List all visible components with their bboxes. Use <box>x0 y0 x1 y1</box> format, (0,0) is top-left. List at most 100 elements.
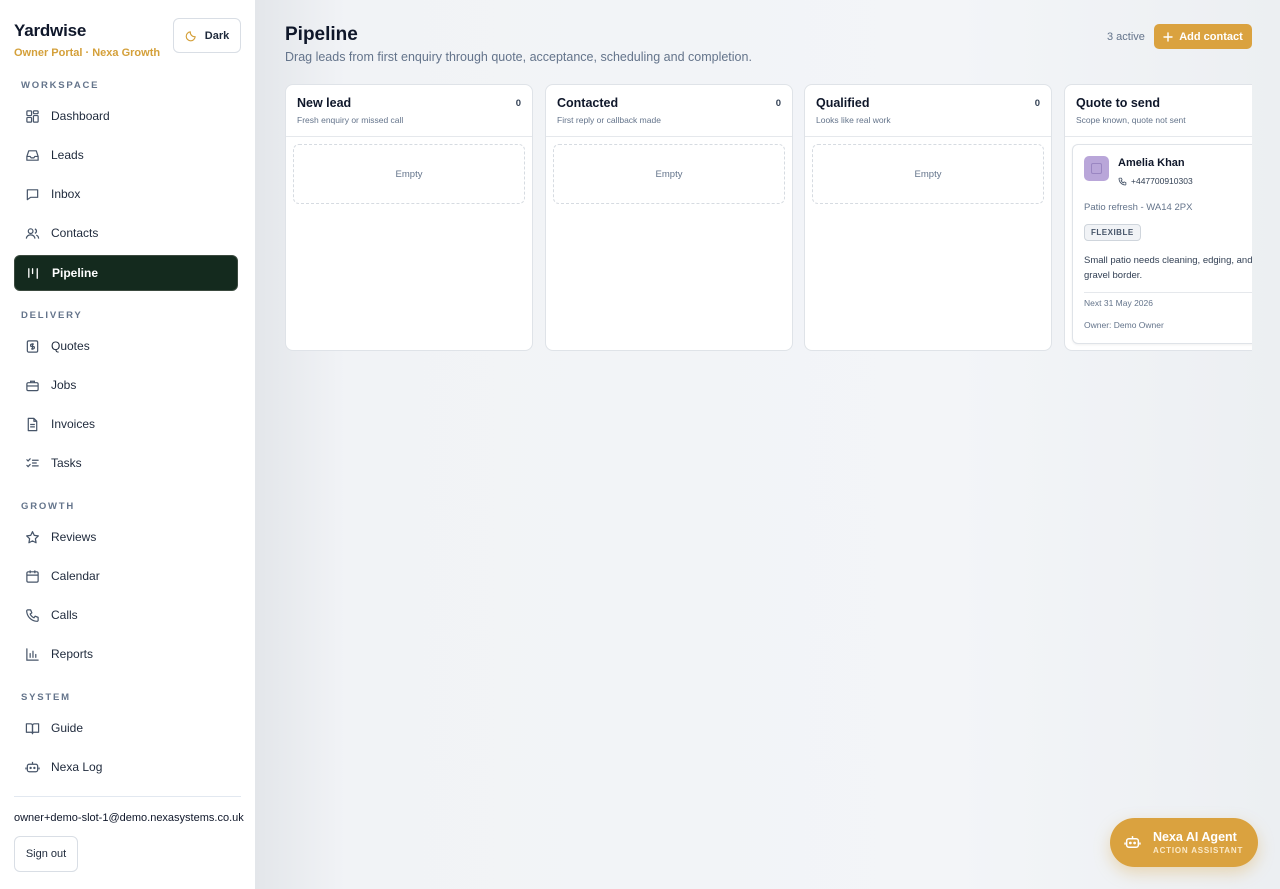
plus-icon <box>1163 31 1173 42</box>
bot-icon <box>1124 836 1141 849</box>
users-icon <box>25 227 40 239</box>
column-header: Contacted First reply or callback made 0 <box>546 85 792 137</box>
column-name: New lead <box>297 96 352 110</box>
column-contacted: Contacted First reply or callback made 0… <box>545 84 793 351</box>
sidebar-item-tasks[interactable]: Tasks <box>14 445 238 481</box>
brand-subtitle: Owner Portal · Nexa Growth <box>14 47 161 59</box>
avatar-placeholder-icon <box>1091 163 1102 174</box>
nexa-ai-agent-button[interactable]: Nexa AI Agent ACTION ASSISTANT <box>1110 818 1258 867</box>
sidebar-divider <box>14 796 241 797</box>
empty-dropzone[interactable]: Empty <box>293 144 525 204</box>
sidebar-item-nexa-log[interactable]: Nexa Log <box>14 749 238 785</box>
sidebar-item-label: Contacts <box>51 226 99 240</box>
column-qualified: Qualified Looks like real work 0 Empty <box>804 84 1052 351</box>
sidebar-item-label: Calls <box>51 608 78 622</box>
sidebar-item-label: Reviews <box>51 530 97 544</box>
agent-subtitle: ACTION ASSISTANT <box>1153 846 1244 855</box>
book-icon <box>25 722 40 734</box>
lead-name: Amelia Khan <box>1118 157 1185 169</box>
sign-out-button[interactable]: Sign out <box>14 836 78 872</box>
sidebar-item-label: Dashboard <box>51 109 110 123</box>
column-description: First reply or callback made <box>557 115 661 125</box>
section-label-system: SYSTEM <box>21 692 71 703</box>
status-badge: FLEXIBLE <box>1084 224 1141 241</box>
add-contact-label: Add contact <box>1179 30 1243 43</box>
lead-divider <box>1084 292 1252 293</box>
sidebar-item-invoices[interactable]: Invoices <box>14 406 238 442</box>
sidebar-item-label: Inbox <box>51 187 81 201</box>
main-content: Pipeline Drag leads from first enquiry t… <box>255 0 1280 889</box>
lead-phone: +447700910303 <box>1118 176 1193 186</box>
message-icon <box>26 188 39 200</box>
calendar-icon <box>26 569 39 583</box>
sidebar-item-label: Quotes <box>51 339 90 353</box>
column-description: Fresh enquiry or missed call <box>297 115 404 125</box>
kanban-icon <box>28 267 38 279</box>
agent-title: Nexa AI Agent <box>1153 830 1237 844</box>
column-name: Qualified <box>816 96 870 110</box>
sidebar: Yardwise Owner Portal · Nexa Growth Dark… <box>0 0 255 889</box>
column-count: 0 <box>515 98 521 109</box>
column-quote-to-send: Quote to send Scope known, quote not sen… <box>1064 84 1252 351</box>
sidebar-item-reports[interactable]: Reports <box>14 636 238 672</box>
sidebar-item-calendar[interactable]: Calendar <box>14 558 238 594</box>
sidebar-item-label: Leads <box>51 148 84 162</box>
sidebar-item-dashboard[interactable]: Dashboard <box>14 98 238 134</box>
column-count: 0 <box>1034 98 1040 109</box>
column-description: Scope known, quote not sent <box>1076 115 1186 125</box>
column-header: Quote to send Scope known, quote not sen… <box>1065 85 1252 137</box>
empty-dropzone[interactable]: Empty <box>553 144 785 204</box>
checklist-icon <box>26 457 39 467</box>
moon-icon <box>185 31 196 42</box>
sidebar-item-jobs[interactable]: Jobs <box>14 367 238 403</box>
dark-mode-toggle[interactable]: Dark <box>173 18 241 53</box>
dollar-file-icon <box>26 339 39 353</box>
agent-text: Nexa AI Agent ACTION ASSISTANT <box>1153 830 1243 855</box>
sidebar-item-quotes[interactable]: Quotes <box>14 328 238 364</box>
sidebar-item-label: Calendar <box>51 569 100 583</box>
section-label-growth: GROWTH <box>21 501 76 512</box>
brand: Yardwise Owner Portal · Nexa Growth <box>14 21 160 59</box>
lead-notes: Small patio needs cleaning, edging, and … <box>1084 255 1252 281</box>
bar-chart-icon <box>26 647 39 661</box>
phone-icon <box>1118 177 1127 185</box>
sidebar-item-label: Jobs <box>51 378 77 392</box>
pipeline-board: New lead Fresh enquiry or missed call 0 … <box>285 84 1252 352</box>
dashboard-icon <box>26 109 39 123</box>
sidebar-item-label: Tasks <box>51 456 82 470</box>
bot-icon <box>25 761 40 772</box>
column-name: Contacted <box>557 96 619 110</box>
briefcase-icon <box>26 380 39 391</box>
sidebar-item-label: Pipeline <box>52 266 99 280</box>
empty-dropzone[interactable]: Empty <box>812 144 1044 204</box>
section-label-workspace: WORKSPACE <box>21 80 100 91</box>
page-title: Pipeline <box>285 24 358 45</box>
add-contact-button[interactable]: Add contact <box>1154 24 1252 49</box>
inbox-tray-icon <box>26 149 39 161</box>
column-header: New lead Fresh enquiry or missed call 0 <box>286 85 532 137</box>
lead-next-date: Next 31 May 2026 <box>1084 298 1153 308</box>
sidebar-item-guide[interactable]: Guide <box>14 710 238 746</box>
lead-job-title: Patio refresh - WA14 2PX <box>1084 202 1193 213</box>
sidebar-item-label: Invoices <box>51 417 96 431</box>
section-label-delivery: DELIVERY <box>21 310 83 321</box>
sidebar-item-reviews[interactable]: Reviews <box>14 519 238 555</box>
active-count: 3 active <box>1107 31 1145 43</box>
user-email: owner+demo-slot-1@demo.nexasystems.co.uk <box>14 812 244 824</box>
column-count: 0 <box>775 98 781 109</box>
column-header: Qualified Looks like real work 0 <box>805 85 1051 137</box>
sidebar-item-pipeline[interactable]: Pipeline <box>14 255 238 291</box>
lead-owner: Owner: Demo Owner <box>1084 320 1164 330</box>
sidebar-item-inbox[interactable]: Inbox <box>14 176 238 212</box>
lead-card[interactable]: Amelia Khan +447700910303 Patio refresh … <box>1072 144 1252 344</box>
phone-icon <box>26 608 39 622</box>
star-icon <box>26 530 39 543</box>
dark-mode-label: Dark <box>204 29 230 42</box>
sidebar-item-label: Guide <box>51 721 84 735</box>
sidebar-item-leads[interactable]: Leads <box>14 137 238 173</box>
sidebar-item-contacts[interactable]: Contacts <box>14 215 238 251</box>
document-icon <box>27 417 38 431</box>
column-description: Looks like real work <box>816 115 891 125</box>
lead-phone-number: +447700910303 <box>1131 176 1193 186</box>
sidebar-item-calls[interactable]: Calls <box>14 597 238 633</box>
